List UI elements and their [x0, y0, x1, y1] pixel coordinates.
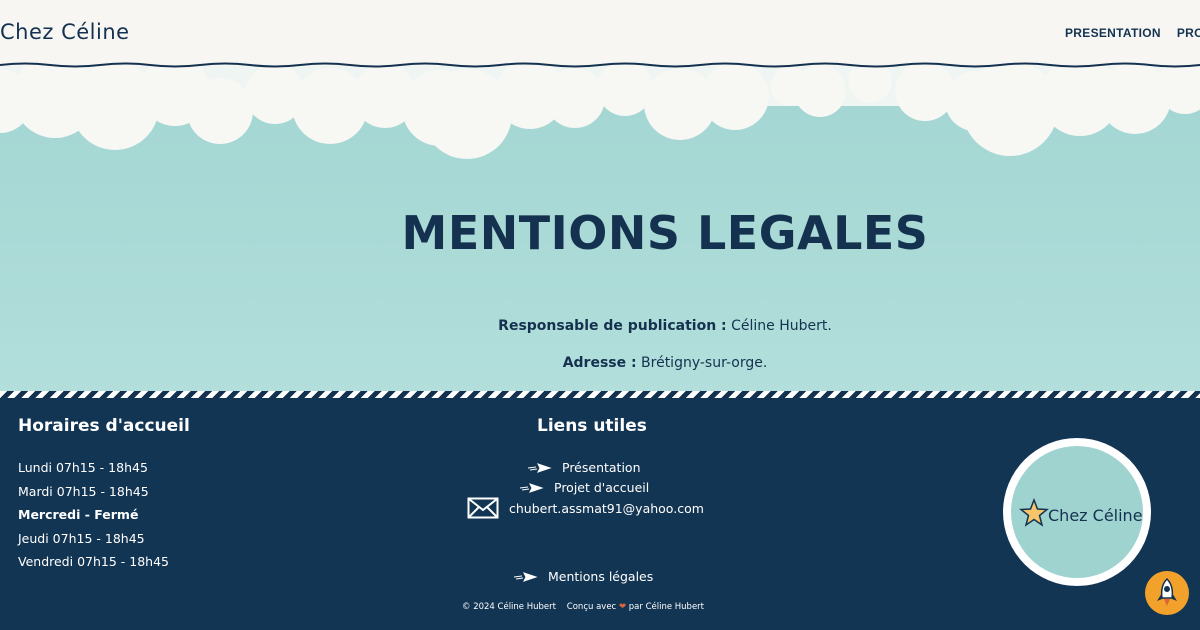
footer-logo-inner: Chez Céline — [1011, 446, 1143, 578]
hours-list: Lundi 07h15 - 18h45 Mardi 07h15 - 18h45 … — [18, 460, 169, 578]
footer-link-presentation[interactable]: Présentation — [526, 460, 641, 475]
hours-item: Mardi 07h15 - 18h45 — [18, 483, 149, 499]
page-title: MENTIONS LEGALES — [401, 206, 929, 260]
made-by-text: par Céline Hubert — [628, 602, 705, 612]
hours-item: Mercredi - Fermé — [18, 507, 139, 522]
copyright-text: © 2024 Céline Hubert — [462, 602, 556, 612]
footer-link-label: Projet d'accueil — [554, 480, 650, 495]
nav-presentation[interactable]: PRESENTATION — [1065, 26, 1161, 40]
footer-link-mentions[interactable]: Mentions légales — [512, 569, 653, 584]
scroll-top-button[interactable] — [1145, 571, 1189, 615]
made-with-text: Conçu avec — [566, 602, 617, 612]
hours-item: Jeudi 07h15 - 18h45 — [18, 530, 145, 546]
footer-link-label: chubert.assmat91@yahoo.com — [509, 500, 704, 516]
brand-logo-text[interactable]: Chez Céline — [0, 20, 130, 44]
publisher-label: Responsable de publication : — [498, 318, 727, 334]
site-header: Chez Céline PRESENTATION PROJ — [0, 0, 1200, 66]
publisher-line: Responsable de publication : Céline Hube… — [0, 318, 1200, 334]
hero-section: MENTIONS LEGALES Responsable de publicat… — [0, 66, 1200, 396]
footer-link-label: Mentions légales — [548, 569, 654, 584]
site-footer: Horaires d'accueil Lundi 07h15 - 18h45 M… — [0, 398, 1200, 630]
clouds-decoration — [0, 66, 1200, 159]
envelope-icon — [467, 497, 499, 519]
star-icon — [1019, 498, 1049, 527]
hours-item: Lundi 07h15 - 18h45 — [18, 460, 148, 475]
footer-logo: Chez Céline — [1003, 438, 1151, 586]
footer-logo-text: Chez Céline — [1048, 506, 1143, 525]
hours-item: Vendredi 07h15 - 18h45 — [18, 554, 169, 569]
main-nav: PRESENTATION PROJ — [1065, 26, 1200, 40]
paper-plane-icon — [513, 571, 538, 582]
paper-plane-icon — [527, 462, 552, 473]
copyright-line: © 2024 Céline Hubert Conçu avec ❤ par Cé… — [462, 602, 704, 612]
header-wavy-border — [0, 62, 1200, 68]
rocket-icon — [1157, 577, 1177, 606]
footer-link-email[interactable]: chubert.assmat91@yahoo.com — [467, 497, 704, 519]
links-title: Liens utiles — [537, 416, 647, 436]
footer-link-projet[interactable]: Projet d'accueil — [518, 480, 649, 495]
hours-title: Horaires d'accueil — [18, 416, 190, 436]
address-value: Brétigny-sur-orge. — [636, 355, 768, 371]
address-label: Adresse : — [562, 355, 637, 371]
publisher-value: Céline Hubert. — [726, 318, 832, 334]
footer-link-label: Présentation — [562, 460, 641, 475]
nav-projet[interactable]: PROJ — [1177, 26, 1200, 40]
paper-plane-icon — [519, 482, 544, 493]
heart-icon: ❤ — [618, 602, 627, 612]
address-line: Adresse : Brétigny-sur-orge. — [0, 355, 1200, 371]
striped-divider — [0, 391, 1200, 398]
